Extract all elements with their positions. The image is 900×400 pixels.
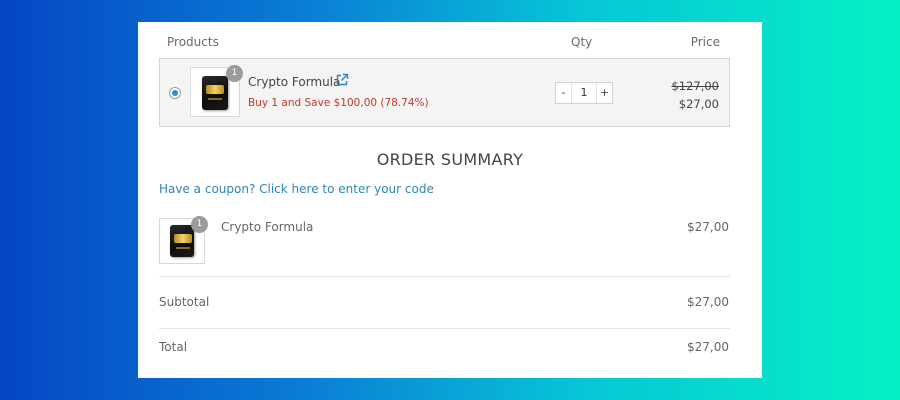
external-link-icon[interactable] xyxy=(335,73,349,87)
total-label: Total xyxy=(159,340,188,354)
total-value: $27,00 xyxy=(687,340,729,354)
summary-quantity-badge: 1 xyxy=(191,216,208,233)
decrement-button[interactable]: - xyxy=(556,83,571,103)
original-price: $127,00 xyxy=(671,79,719,93)
summary-item-price: $27,00 xyxy=(687,220,729,234)
quantity-stepper: - 1 + xyxy=(555,82,613,104)
product-name: Crypto Formula xyxy=(248,75,341,89)
checkout-panel: Products Qty Price 1 Crypto Formula Buy … xyxy=(138,22,762,378)
subtotal-label: Subtotal xyxy=(159,295,210,309)
divider xyxy=(159,328,730,329)
savings-text: Buy 1 and Save $100,00 (78.74%) xyxy=(248,97,429,109)
increment-button[interactable]: + xyxy=(597,83,612,103)
coupon-link[interactable]: Have a coupon? Click here to enter your … xyxy=(159,182,434,196)
quantity-input[interactable]: 1 xyxy=(571,83,597,103)
divider xyxy=(159,276,730,277)
sale-price: $27,00 xyxy=(678,97,719,111)
product-box-icon xyxy=(170,225,194,257)
product-box-icon xyxy=(202,76,228,110)
products-column-header: Products xyxy=(167,35,219,49)
quantity-badge: 1 xyxy=(226,65,243,82)
price-column-header: Price xyxy=(690,35,720,49)
qty-column-header: Qty xyxy=(571,35,593,49)
summary-item-name: Crypto Formula xyxy=(221,220,314,234)
product-option-row[interactable]: 1 Crypto Formula Buy 1 and Save $100,00 … xyxy=(159,58,730,127)
order-summary-title: ORDER SUMMARY xyxy=(376,150,524,169)
product-radio-button[interactable] xyxy=(169,87,181,99)
subtotal-value: $27,00 xyxy=(687,295,729,309)
